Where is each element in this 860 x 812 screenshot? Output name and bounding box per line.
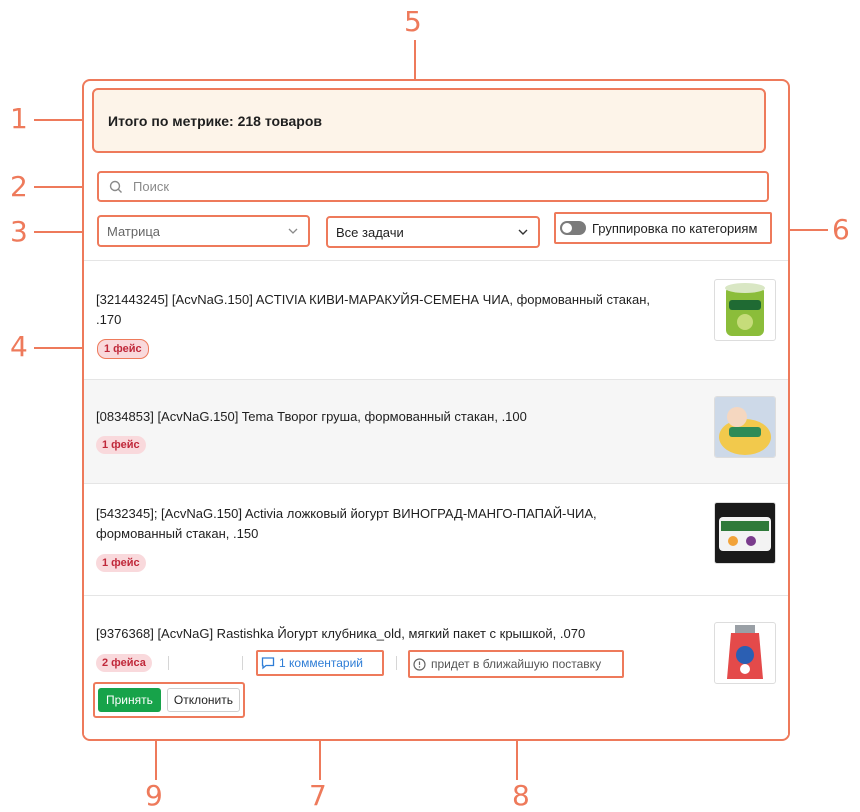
- callout-4: 4: [10, 330, 28, 363]
- callout-5: 5: [404, 5, 422, 38]
- matrix-select-value: Матрица: [107, 223, 161, 239]
- callout-1: 1: [10, 102, 28, 135]
- grouping-toggle-control[interactable]: Группировка по категориям: [554, 212, 772, 244]
- list-item[interactable]: [0834853] [AcvNaG.150] Tema Творог груша…: [84, 379, 788, 483]
- product-thumbnail: [714, 396, 776, 458]
- list-item[interactable]: [5432345]; [AcvNaG.150] Activia ложковый…: [84, 483, 788, 595]
- meta-divider: [168, 656, 169, 670]
- faces-badge: 1 фейс: [96, 554, 146, 572]
- item-title: [5432345]; [AcvNaG.150] Activia ложковый…: [96, 506, 597, 541]
- callout-2: 2: [10, 170, 28, 203]
- tasks-select[interactable]: Все задачи: [326, 216, 540, 248]
- faces-badge: 2 фейса: [96, 654, 152, 672]
- faces-badge: 1 фейс: [97, 339, 149, 359]
- meta-divider: [396, 656, 397, 670]
- product-thumbnail: [714, 622, 776, 684]
- delivery-status: придет в ближайшую поставку: [408, 650, 624, 678]
- accept-button[interactable]: Принять: [98, 688, 161, 712]
- item-actions: Принять Отклонить: [93, 682, 245, 718]
- search-icon: [109, 180, 122, 193]
- item-title: [321443245] [AcvNaG.150] ACTIVIA КИВИ-МА…: [96, 292, 651, 327]
- reject-button[interactable]: Отклонить: [166, 688, 240, 712]
- grouping-toggle-switch[interactable]: [560, 221, 586, 235]
- grouping-toggle-label: Группировка по категориям: [592, 220, 758, 236]
- tasks-select-value: Все задачи: [336, 224, 404, 240]
- product-thumbnail: [714, 279, 776, 341]
- delivery-status-text: придет в ближайшую поставку: [431, 657, 602, 671]
- callout-9: 9: [145, 779, 163, 812]
- chevron-down-icon: [288, 228, 298, 234]
- matrix-select[interactable]: Матрица: [97, 215, 310, 247]
- item-title: [0834853] [AcvNaG.150] Tema Творог груша…: [96, 409, 527, 424]
- meta-divider: [242, 656, 243, 670]
- callout-6: 6: [832, 213, 850, 246]
- callout-3: 3: [10, 215, 28, 248]
- faces-badge: 1 фейс: [96, 436, 146, 454]
- chevron-down-icon: [518, 229, 528, 235]
- summary-text: Итого по метрике: 218 товаров: [108, 112, 322, 129]
- item-title: [9376368] [AcvNaG] Rastishka Йогурт клуб…: [96, 626, 586, 641]
- product-thumbnail: [714, 502, 776, 564]
- comment-link[interactable]: 1 комментарий: [256, 650, 384, 676]
- search-input[interactable]: [131, 178, 735, 195]
- metric-summary: Итого по метрике: 218 товаров: [92, 88, 766, 153]
- list-item[interactable]: [321443245] [AcvNaG.150] ACTIVIA КИВИ-МА…: [84, 260, 788, 379]
- callout-7: 7: [309, 779, 327, 812]
- callout-8: 8: [512, 779, 530, 812]
- comment-link-label: 1 комментарий: [279, 656, 363, 670]
- clock-icon: [413, 657, 426, 671]
- search-box[interactable]: [97, 171, 769, 202]
- comment-icon: [261, 657, 275, 670]
